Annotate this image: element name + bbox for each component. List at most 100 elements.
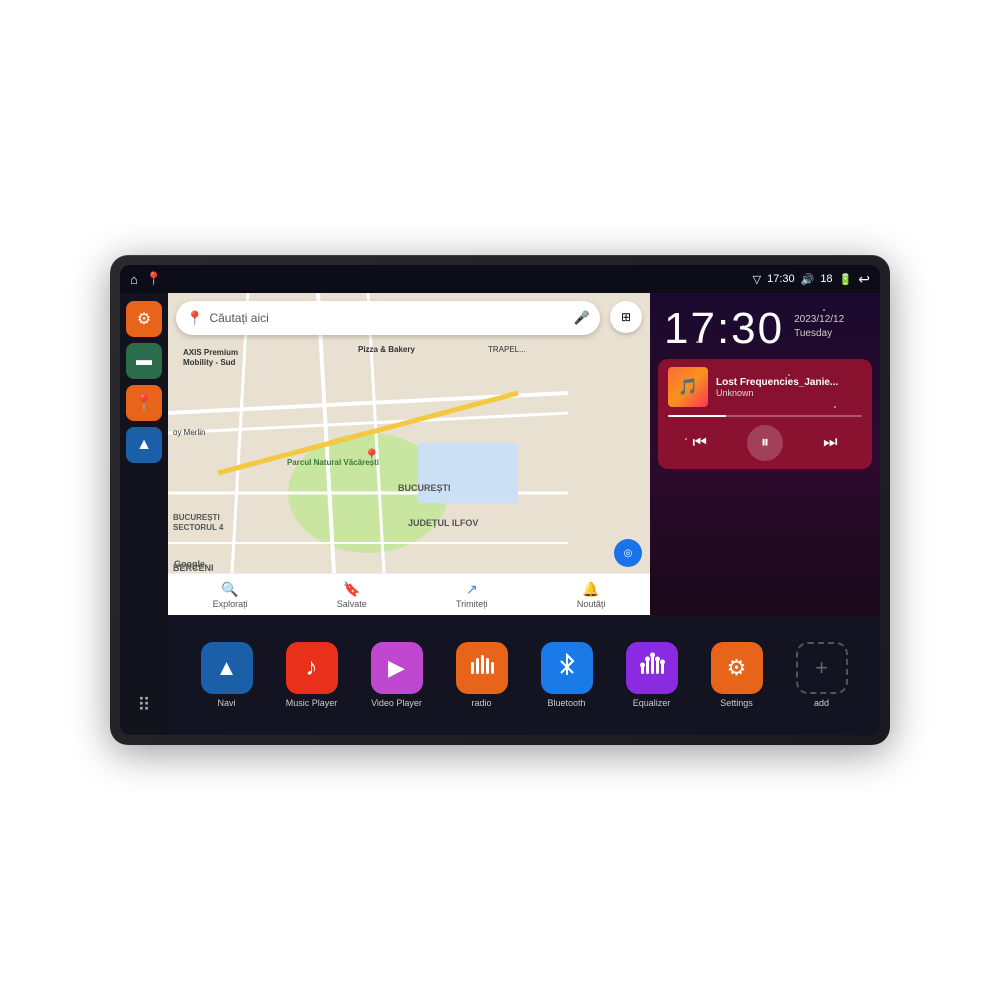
bluetooth-app-label: Bluetooth — [547, 698, 585, 708]
equalizer-app-icon — [626, 642, 678, 694]
battery-icon: 🔋 — [839, 273, 853, 286]
explore-icon: 🔍 — [221, 581, 238, 598]
center-content: 📍 Căutați aici 🎤 ⊞ AXIS PremiumMobility … — [168, 293, 880, 735]
back-icon[interactable]: ↩ — [858, 271, 870, 288]
next-btn[interactable]: ⏭ — [814, 427, 846, 459]
navi-app-label: Navi — [217, 698, 235, 708]
prev-icon: ⏮ — [692, 434, 706, 452]
sidebar: ⚙ ▬ 📍 ▲ ⠿ — [120, 293, 168, 735]
google-maps-icon: 📍 — [186, 310, 203, 327]
top-row: 📍 Căutați aici 🎤 ⊞ AXIS PremiumMobility … — [168, 293, 880, 615]
files-icon: ▬ — [136, 352, 152, 370]
sidebar-settings-btn[interactable]: ⚙ — [126, 301, 162, 337]
status-bar: ⌂ 📍 ▽ 17:30 🔊 18 🔋 ↩ — [120, 265, 880, 293]
bluetooth-icon-symbol — [555, 653, 579, 683]
map-area[interactable]: 📍 Căutați aici 🎤 ⊞ AXIS PremiumMobility … — [168, 293, 650, 615]
map-label-trap: TRAPEL... — [488, 345, 526, 354]
album-art: 🎵 — [668, 367, 708, 407]
clock-time: 17:30 — [664, 307, 784, 351]
clock-section: 17:30 2023/12/12 Tuesday — [650, 293, 880, 359]
map-bottom-nav: 🔍 Explorați 🔖 Salvate ↗ Trimiteți — [168, 573, 650, 615]
battery-level: 18 — [820, 273, 832, 285]
app-settings[interactable]: ⚙ Settings — [694, 642, 779, 708]
fab-icon: ◎ — [624, 548, 633, 559]
app-grid: ▲ Navi ♪ Music Player ▶ V — [168, 615, 880, 735]
video-icon-symbol: ▶ — [388, 655, 405, 681]
google-label: Google — [174, 559, 205, 569]
map-nav-share[interactable]: ↗ Trimiteți — [456, 581, 488, 609]
next-icon: ⏭ — [823, 434, 837, 452]
navi-app-icon: ▲ — [201, 642, 253, 694]
main-area: ⚙ ▬ 📍 ▲ ⠿ — [120, 293, 880, 735]
add-app-label: add — [814, 698, 829, 708]
app-equalizer[interactable]: Equalizer — [609, 642, 694, 708]
right-panel: 17:30 2023/12/12 Tuesday 🎵 Lost — [650, 293, 880, 615]
search-placeholder: Căutați aici — [209, 311, 567, 325]
music-info: 🎵 Lost Frequencies_Janie... Unknown — [668, 367, 862, 407]
equalizer-app-label: Equalizer — [633, 698, 671, 708]
home-icon[interactable]: ⌂ — [130, 272, 138, 287]
layers-icon: ⊞ — [621, 310, 631, 324]
map-search-bar[interactable]: 📍 Căutați aici 🎤 — [176, 301, 600, 335]
map-label-ilfov: JUDEȚUL ILFOV — [408, 518, 478, 528]
map-status-icon[interactable]: 📍 — [146, 271, 162, 287]
map-nav-news[interactable]: 🔔 Noutăți — [577, 581, 606, 609]
app-bluetooth[interactable]: Bluetooth — [524, 642, 609, 708]
map-label-axis: AXIS PremiumMobility - Sud — [183, 348, 238, 369]
saved-icon: 🔖 — [343, 581, 360, 598]
map-nav-saved[interactable]: 🔖 Salvate — [337, 581, 367, 609]
settings-app-label: Settings — [720, 698, 753, 708]
app-navi[interactable]: ▲ Navi — [184, 642, 269, 708]
location-pin: 📍 — [363, 448, 380, 465]
pause-icon: ⏸ — [761, 434, 769, 452]
music-progress-fill — [668, 415, 726, 417]
clock-date-line2: Tuesday — [794, 327, 844, 341]
music-icon-symbol: ♪ — [306, 654, 318, 682]
map-label-pizza: Pizza & Bakery — [358, 345, 415, 354]
sidebar-maps-btn[interactable]: 📍 — [126, 385, 162, 421]
news-label: Noutăți — [577, 599, 606, 609]
radio-app-icon — [456, 642, 508, 694]
sidebar-grid-btn[interactable]: ⠿ — [126, 687, 162, 723]
car-infotainment-device: ⌂ 📍 ▽ 17:30 🔊 18 🔋 ↩ ⚙ ▬ — [110, 255, 890, 745]
status-bar-left: ⌂ 📍 — [130, 271, 162, 287]
app-music-player[interactable]: ♪ Music Player — [269, 642, 354, 708]
wifi-icon: ▽ — [753, 273, 761, 286]
navi-icon: ▲ — [136, 436, 152, 454]
music-artist: Unknown — [716, 388, 862, 398]
app-add[interactable]: + add — [779, 642, 864, 708]
add-icon-symbol: + — [815, 655, 828, 681]
settings-icon-symbol: ⚙ — [727, 655, 747, 681]
map-label-bucuresti: BUCUREȘTI — [398, 483, 451, 493]
music-title: Lost Frequencies_Janie... — [716, 377, 862, 388]
grid-icon: ⠿ — [137, 695, 150, 716]
sidebar-files-btn[interactable]: ▬ — [126, 343, 162, 379]
mic-icon[interactable]: 🎤 — [574, 310, 590, 326]
volume-icon: 🔊 — [801, 273, 815, 286]
bluetooth-app-icon — [541, 642, 593, 694]
app-radio[interactable]: radio — [439, 642, 524, 708]
share-icon: ↗ — [466, 581, 478, 598]
news-icon: 🔔 — [582, 581, 599, 598]
map-nav-explore[interactable]: 🔍 Explorați — [213, 581, 248, 609]
prev-btn[interactable]: ⏮ — [684, 427, 716, 459]
music-progress-bar — [668, 415, 862, 417]
status-time: 17:30 — [767, 273, 795, 285]
pause-btn[interactable]: ⏸ — [747, 425, 783, 461]
map-fab-btn[interactable]: ◎ — [614, 539, 642, 567]
app-video-player[interactable]: ▶ Video Player — [354, 642, 439, 708]
clock-date: 2023/12/12 Tuesday — [794, 313, 844, 341]
map-settings-btn[interactable]: ⊞ — [610, 301, 642, 333]
map-label-merlin: oy Merlin — [173, 428, 205, 437]
map-canvas: 📍 Căutați aici 🎤 ⊞ AXIS PremiumMobility … — [168, 293, 650, 615]
radio-icon-symbol — [469, 652, 495, 684]
video-app-icon: ▶ — [371, 642, 423, 694]
music-controls: ⏮ ⏸ ⏭ — [668, 425, 862, 461]
sidebar-navi-btn[interactable]: ▲ — [126, 427, 162, 463]
music-app-icon: ♪ — [286, 642, 338, 694]
music-app-label: Music Player — [286, 698, 338, 708]
saved-label: Salvate — [337, 599, 367, 609]
clock-date-line1: 2023/12/12 — [794, 313, 844, 327]
settings-icon: ⚙ — [137, 309, 151, 329]
map-label-sector4: BUCUREȘTISECTORUL 4 — [173, 513, 223, 534]
